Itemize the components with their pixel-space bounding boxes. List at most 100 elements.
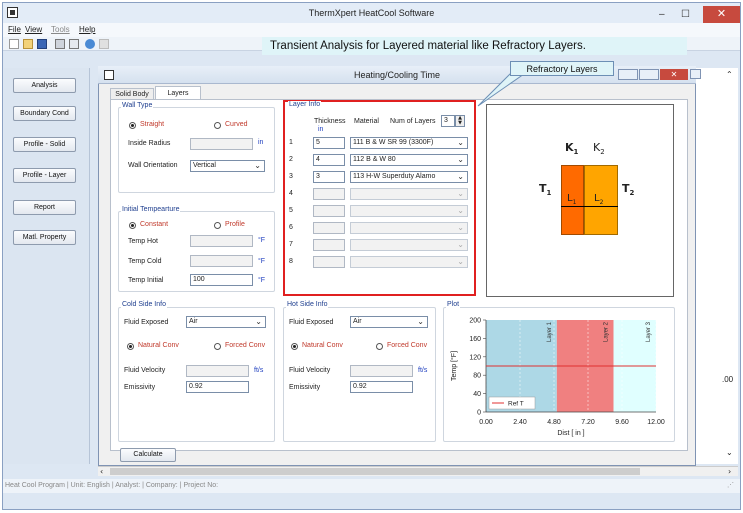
cold-velocity-label: Fluid Velocity	[124, 367, 166, 374]
temp-cold-input[interactable]	[190, 255, 253, 267]
legend-label: Ref T	[508, 401, 524, 408]
status-text: Heat Cool Program | Unit: English | Anal…	[5, 482, 219, 489]
layer-material-select[interactable]: ⌄	[350, 256, 468, 268]
profile-solid-button[interactable]: Profile - Solid	[13, 137, 76, 152]
scroll-right-icon[interactable]: ›	[728, 467, 731, 476]
x-tick-label: 2.40	[513, 419, 527, 426]
child-maximize-button[interactable]	[639, 69, 659, 80]
x-tick-label: 0.00	[479, 419, 493, 426]
wall-type-label: Wall Type	[121, 102, 154, 109]
y-tick-label: 200	[469, 318, 481, 325]
disabled-tool-icon	[99, 39, 109, 49]
calculate-button[interactable]: Calculate	[120, 448, 176, 462]
cold-fluid-label: Fluid Exposed	[124, 319, 169, 326]
curved-label: Curved	[225, 121, 248, 128]
layer-thickness-input[interactable]	[313, 256, 345, 268]
restore-icon[interactable]	[690, 69, 701, 79]
y-tick-label: 40	[473, 391, 481, 398]
menu-tools[interactable]: Tools	[51, 25, 70, 34]
print-preview-icon[interactable]	[69, 39, 79, 49]
layer-thickness-input[interactable]: 3	[313, 171, 345, 183]
temp-hot-input[interactable]	[190, 235, 253, 247]
print-icon[interactable]	[55, 39, 65, 49]
temperature-plot: Layer 1 Layer 2 Layer 3 0.00 2.40 4.80 7.20 9.6…	[450, 318, 665, 438]
minimize-button[interactable]: –	[659, 9, 665, 20]
cold-side-label: Cold Side Info	[121, 301, 167, 308]
inside-radius-unit: in	[258, 139, 264, 146]
l2-label: L2	[594, 193, 604, 206]
constant-radio[interactable]	[129, 222, 136, 229]
menu-view[interactable]: View	[25, 25, 42, 34]
cold-emissivity-input[interactable]: 0.92	[186, 381, 249, 393]
wall-orientation-select[interactable]: Vertical ⌄	[190, 160, 265, 172]
report-button[interactable]: Report	[13, 200, 76, 215]
child-minimize-button[interactable]	[618, 69, 638, 80]
save-icon[interactable]	[37, 39, 47, 49]
layer-material-value: 113 H-W Superduty Alamo	[353, 173, 436, 180]
hot-velocity-unit: ft/s	[418, 367, 428, 374]
layer-thickness-input[interactable]	[313, 222, 345, 234]
open-folder-icon[interactable]	[23, 39, 33, 49]
cold-fluid-select[interactable]: Air ⌄	[186, 316, 266, 328]
menu-help[interactable]: Help	[79, 25, 95, 34]
curved-radio[interactable]	[214, 122, 221, 129]
layer-material-select[interactable]: ⌄	[350, 205, 468, 217]
chevron-down-icon: ⌄	[457, 155, 464, 164]
profile-layer-button[interactable]: Profile - Layer	[13, 168, 76, 183]
hot-forced-radio[interactable]	[376, 343, 383, 350]
hot-emissivity-input[interactable]: 0.92	[350, 381, 413, 393]
layer-material-value: 112 B & W 80	[353, 156, 396, 163]
layer-thickness-input[interactable]	[313, 239, 345, 251]
matl-property-button[interactable]: Matl. Property	[13, 230, 76, 245]
hot-velocity-input[interactable]	[350, 365, 413, 377]
hot-fluid-select[interactable]: Air ⌄	[350, 316, 428, 328]
stepper-arrows-icon[interactable]: ▲ ▼	[455, 115, 465, 127]
layer-thickness-input[interactable]	[313, 188, 345, 200]
layer-material-select[interactable]: ⌄	[350, 188, 468, 200]
child-close-button[interactable]: ✕	[660, 69, 688, 80]
cold-natural-radio[interactable]	[127, 343, 134, 350]
initial-temperature-label: Initial Tempearture	[121, 206, 181, 213]
layer-thickness-input[interactable]: 4	[313, 154, 345, 166]
scroll-down-icon[interactable]: ⌄	[726, 448, 733, 457]
layer-material-select[interactable]: ⌄	[350, 222, 468, 234]
new-file-icon[interactable]	[9, 39, 19, 49]
straight-radio[interactable]	[129, 122, 136, 129]
scroll-left-icon[interactable]: ‹	[100, 467, 103, 476]
inside-radius-input[interactable]	[190, 138, 253, 150]
layer-material-select[interactable]: ⌄	[350, 239, 468, 251]
analysis-button[interactable]: Analysis	[13, 78, 76, 93]
constant-label: Constant	[140, 221, 169, 228]
scrollbar-thumb[interactable]	[110, 468, 640, 475]
sidebar	[4, 68, 90, 464]
globe-icon[interactable]	[85, 39, 95, 49]
horizontal-scrollbar[interactable]: ‹ ›	[98, 466, 738, 476]
num-layers-stepper[interactable]: 3	[441, 115, 455, 127]
scroll-up-icon[interactable]: ⌃	[726, 70, 733, 79]
layer-thickness-input[interactable]	[313, 205, 345, 217]
temp-initial-unit: °F	[258, 277, 266, 284]
profile-radio[interactable]	[214, 222, 221, 229]
y-tick-label: 80	[473, 373, 481, 380]
layer-material-select[interactable]: 111 B & W SR 99 (3300F) ⌄	[350, 137, 468, 149]
layer-thickness-input[interactable]: 5	[313, 137, 345, 149]
wall-orientation-label: Wall Orientation	[128, 162, 178, 169]
title-bar: ThermXpert HeatCool Software – ☐ ✕	[3, 3, 740, 23]
layer-row-number: 5	[289, 207, 293, 214]
menu-file[interactable]: File	[8, 25, 21, 34]
temp-initial-input[interactable]: 100	[190, 274, 253, 286]
layer-info-label: Layer Info	[288, 101, 322, 108]
boundary-cond-button[interactable]: Boundary Cond	[13, 106, 76, 121]
layer-material-select[interactable]: 112 B & W 80 ⌄	[350, 154, 468, 166]
chevron-down-icon: ⌄	[417, 317, 424, 326]
cold-velocity-input[interactable]	[186, 365, 249, 377]
cold-forced-radio[interactable]	[214, 343, 221, 350]
layer-material-select[interactable]: 113 H-W Superduty Alamo ⌄	[350, 171, 468, 183]
maximize-button[interactable]: ☐	[681, 9, 690, 20]
hot-natural-radio[interactable]	[291, 343, 298, 350]
background-value: .00	[722, 375, 734, 384]
layer-row-number: 8	[289, 258, 293, 265]
tab-layers[interactable]: Layers	[155, 86, 201, 100]
close-button[interactable]: ✕	[703, 6, 740, 23]
resize-grip-icon[interactable]: ⋰	[727, 481, 734, 489]
